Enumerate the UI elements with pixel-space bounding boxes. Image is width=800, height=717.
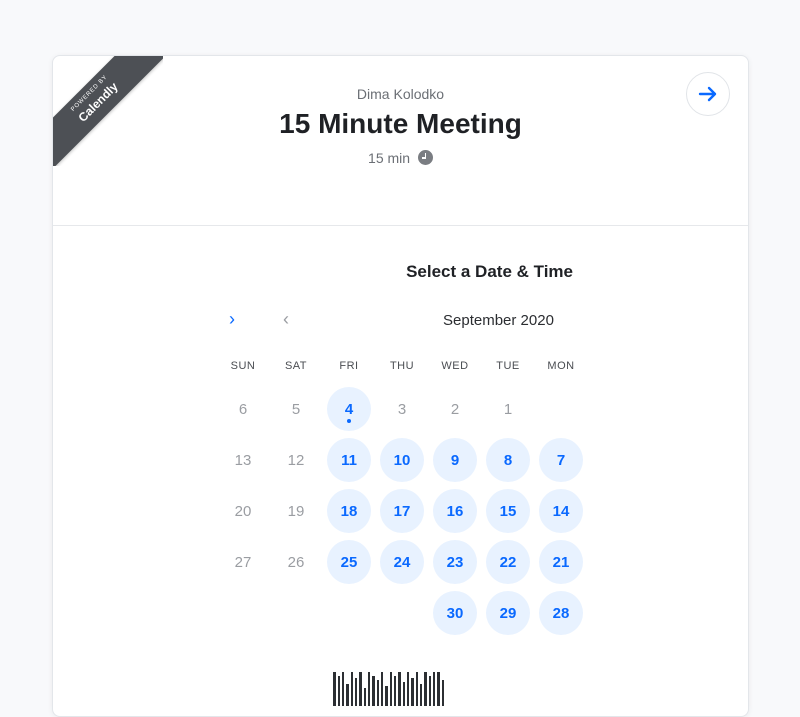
bar-mark (411, 678, 414, 706)
calendar-day-10[interactable]: 10 (380, 438, 424, 482)
bar-mark (342, 672, 344, 706)
bar-mark (338, 676, 340, 706)
bar-mark (355, 678, 357, 706)
calendar-day-3: 3 (397, 400, 407, 418)
bar-mark (333, 672, 336, 706)
bar-mark (368, 672, 370, 706)
next-month-button[interactable]: › (221, 309, 243, 331)
bar-mark (372, 676, 375, 706)
bar-mark (359, 672, 362, 706)
calendar-day-8[interactable]: 8 (486, 438, 530, 482)
bar-mark (364, 688, 366, 706)
weekday-sun: SUN (230, 360, 256, 372)
weekday-thu: THU (389, 360, 415, 372)
bar-mark (381, 672, 383, 706)
bar-mark (407, 672, 409, 706)
calendar-day-15[interactable]: 15 (486, 489, 530, 533)
calendar-day-11[interactable]: 11 (327, 438, 371, 482)
calendar-day-29[interactable]: 29 (486, 591, 530, 635)
select-date-heading: Select a Date & Time (406, 262, 573, 281)
calendar-day-5: 5 (291, 400, 301, 418)
calendar-day-26: 26 (287, 553, 305, 571)
calendar-day-9[interactable]: 9 (433, 438, 477, 482)
calendar-day-2: 2 (450, 400, 460, 418)
calendar-day-30[interactable]: 30 (433, 591, 477, 635)
calendar-day-6: 6 (238, 400, 248, 418)
calendar-day-1: 1 (503, 400, 513, 418)
weekday-wed: WED (441, 360, 469, 372)
bar-mark (385, 686, 388, 706)
month-navigation: September 2020 ‹ › (53, 309, 748, 332)
calendar-day-17[interactable]: 17 (380, 489, 424, 533)
bar-mark (398, 672, 401, 706)
weekday-tue: TUE (496, 360, 520, 372)
arrow-right-icon (698, 86, 717, 102)
calendar-day-16[interactable]: 16 (433, 489, 477, 533)
calendar-day-21[interactable]: 21 (539, 540, 583, 584)
bar-mark (437, 672, 440, 706)
weekday-mon: MON (547, 360, 575, 372)
calendar-day-4[interactable]: 4 (327, 387, 371, 431)
bar-mark (346, 684, 349, 706)
bar-mark (403, 682, 405, 706)
calendar-day-22[interactable]: 22 (486, 540, 530, 584)
bar-mark (420, 684, 422, 706)
bar-mark (390, 672, 392, 706)
calendar-day-27: 27 (234, 553, 252, 571)
booking-card: POWERED BY Calendly Dima Kolodko 15 Minu… (52, 55, 749, 717)
weekday-sat: SAT (284, 360, 308, 372)
calendar-day-7[interactable]: 7 (539, 438, 583, 482)
bar-mark (394, 676, 396, 706)
event-duration: 15 min (53, 150, 748, 166)
duration-label: 15 min (368, 150, 411, 166)
previous-month-button[interactable]: ‹ (275, 309, 297, 331)
month-label: September 2020 (443, 312, 554, 329)
bar-mark (416, 672, 418, 706)
bar-mark (377, 680, 379, 706)
next-arrow-button[interactable] (686, 72, 730, 116)
bar-mark (424, 672, 427, 706)
clock-icon (417, 150, 433, 165)
host-name: Dima Kolodko (356, 86, 445, 102)
calendar-day-25[interactable]: 25 (327, 540, 371, 584)
event-title: 15 Minute Meeting (279, 108, 522, 139)
bar-mark (442, 680, 444, 706)
event-header: Dima Kolodko 15 Minute Meeting 15 min (53, 56, 748, 226)
calendar-day-12: 12 (287, 451, 305, 469)
calendar-day-23[interactable]: 23 (433, 540, 477, 584)
calendar-day-13: 13 (234, 451, 252, 469)
calendar-day-24[interactable]: 24 (380, 540, 424, 584)
calendar-day-20: 20 (234, 502, 252, 520)
bar-mark (433, 672, 435, 706)
bar-mark (429, 676, 431, 706)
weekday-fri: FRI (339, 360, 359, 372)
calendar-day-28[interactable]: 28 (539, 591, 583, 635)
calendar-day-18[interactable]: 18 (327, 489, 371, 533)
bar-mark (351, 672, 353, 706)
timezone-decoration (333, 666, 563, 706)
calendar-day-14[interactable]: 14 (539, 489, 583, 533)
calendar-day-19: 19 (287, 502, 305, 520)
